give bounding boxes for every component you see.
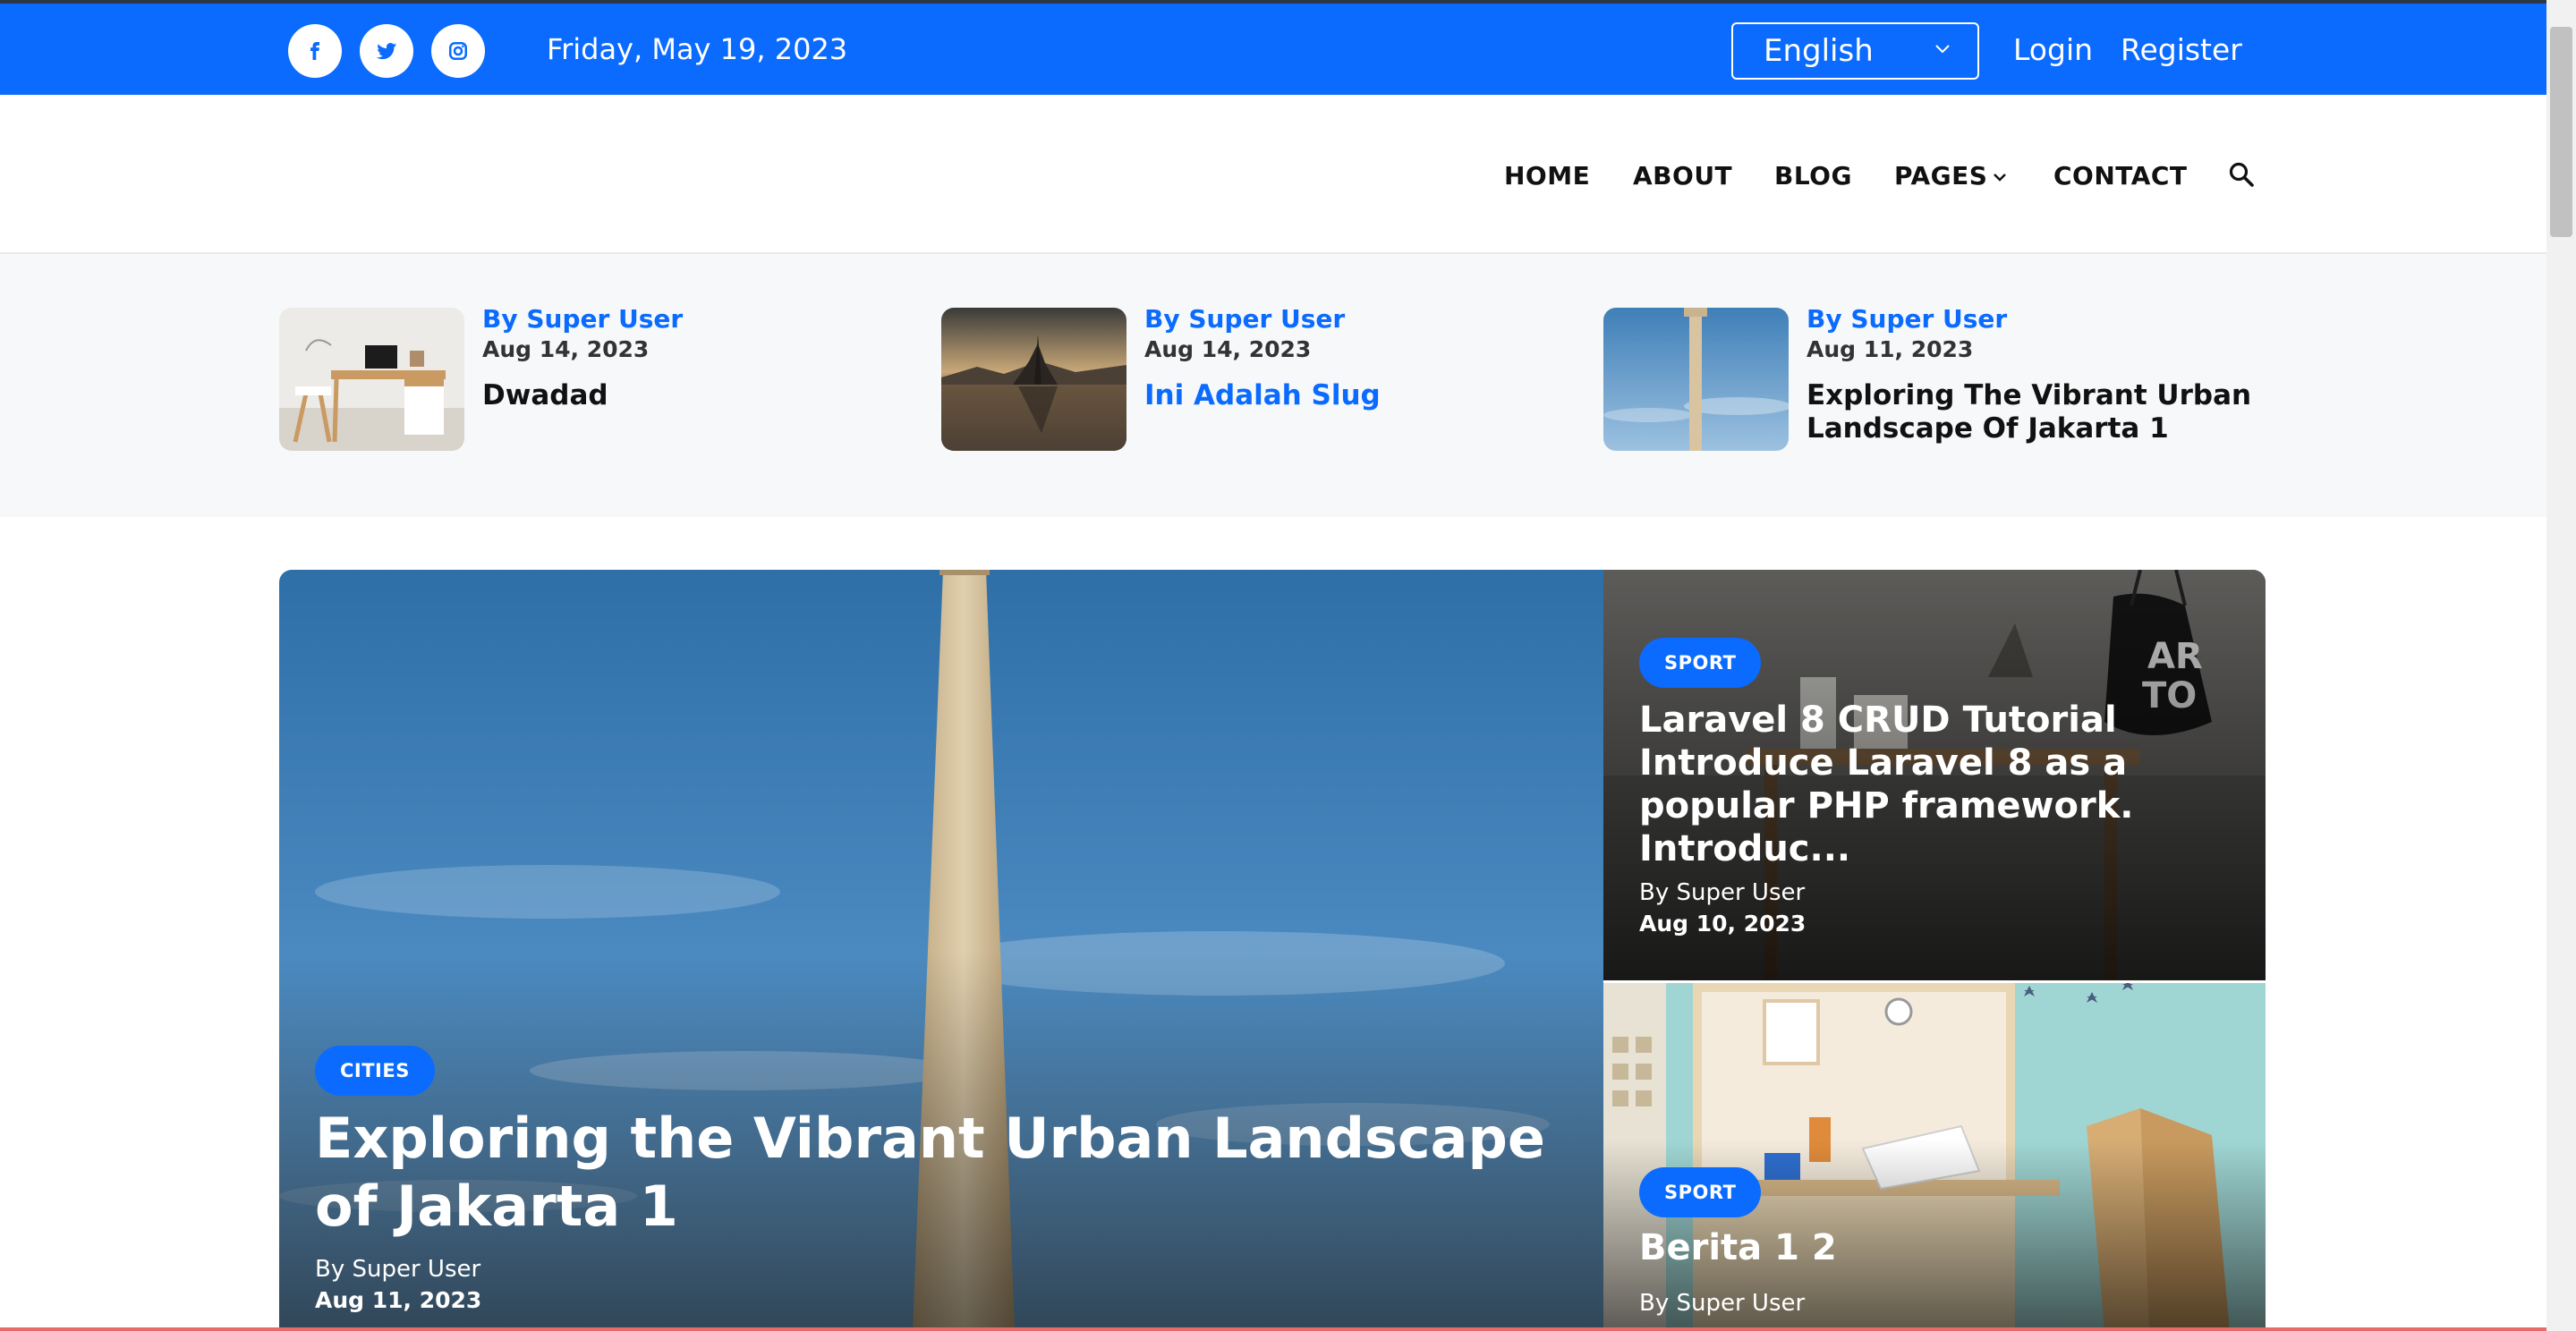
post-thumbnail[interactable] bbox=[279, 308, 464, 451]
latest-posts-strip: By Super User Aug 14, 2023 Dwadad By Sup… bbox=[0, 254, 2546, 517]
hero-date: Aug 11, 2023 bbox=[315, 1287, 482, 1313]
language-select[interactable]: English bbox=[1731, 22, 1979, 80]
nav-contact[interactable]: CONTACT bbox=[2053, 161, 2188, 191]
post-title[interactable]: Exploring The Vibrant Urban Landscape Of… bbox=[1807, 379, 2254, 445]
main-navbar: HOME ABOUT BLOG PAGES CONTACT bbox=[0, 95, 2546, 254]
scrollbar-thumb[interactable] bbox=[2550, 27, 2572, 237]
post-author[interactable]: By Super User bbox=[482, 304, 683, 334]
hero-main-post[interactable]: CITIES Exploring the Vibrant Urban Lands… bbox=[279, 570, 1603, 1331]
post-author[interactable]: By Super User bbox=[1144, 304, 1345, 334]
side-post-title[interactable]: Laravel 8 CRUD Tutorial Introduce Larave… bbox=[1639, 699, 2212, 870]
facebook-icon[interactable] bbox=[288, 24, 342, 78]
hero-title[interactable]: Exploring the Vibrant Urban Landscape of… bbox=[315, 1105, 1568, 1241]
nav-pages[interactable]: PAGES bbox=[1894, 161, 2007, 191]
post-thumbnail[interactable] bbox=[941, 308, 1126, 451]
post-image bbox=[1603, 983, 2266, 1331]
register-link[interactable]: Register bbox=[2121, 32, 2242, 67]
hero-author[interactable]: By Super User bbox=[315, 1256, 480, 1283]
search-icon[interactable] bbox=[2228, 161, 2255, 188]
nav-blog[interactable]: BLOG bbox=[1774, 161, 1852, 191]
category-badge[interactable]: SPORT bbox=[1639, 638, 1762, 688]
chevron-down-icon bbox=[1994, 174, 2007, 182]
post-date: Aug 14, 2023 bbox=[1144, 336, 1312, 362]
nav-pages-label: PAGES bbox=[1894, 161, 1988, 191]
page: Friday, May 19, 2023 English Login Regis… bbox=[0, 0, 2576, 1331]
side-post-title[interactable]: Berita 1 2 bbox=[1639, 1226, 2212, 1269]
side-post-date: Aug 10, 2023 bbox=[1639, 911, 1807, 937]
nav-about[interactable]: ABOUT bbox=[1633, 161, 1732, 191]
post-title[interactable]: Ini Adalah Slug bbox=[1144, 379, 1592, 412]
post-author[interactable]: By Super User bbox=[1807, 304, 2007, 334]
language-select-value: English bbox=[1764, 33, 1874, 69]
login-link[interactable]: Login bbox=[2013, 32, 2093, 67]
hero-side-post-1[interactable]: AR TO SPORT Laravel 8 CRUD Tutorial Intr… bbox=[1603, 570, 2266, 980]
nav-home[interactable]: HOME bbox=[1504, 161, 1590, 191]
side-post-author[interactable]: By Super User bbox=[1639, 879, 1805, 906]
top-bar: Friday, May 19, 2023 English Login Regis… bbox=[0, 0, 2546, 95]
hero-side-post-2[interactable]: SPORT Berita 1 2 By Super User bbox=[1603, 983, 2266, 1331]
post-title[interactable]: Dwadad bbox=[482, 379, 930, 412]
side-post-author[interactable]: By Super User bbox=[1639, 1290, 1805, 1317]
post-date: Aug 11, 2023 bbox=[1807, 336, 1974, 362]
bottom-divider bbox=[0, 1327, 2546, 1331]
current-date: Friday, May 19, 2023 bbox=[547, 32, 848, 66]
category-badge[interactable]: SPORT bbox=[1639, 1167, 1762, 1217]
twitter-icon[interactable] bbox=[360, 24, 413, 78]
category-badge[interactable]: CITIES bbox=[315, 1046, 435, 1096]
post-thumbnail[interactable] bbox=[1603, 308, 1789, 451]
chevron-down-icon bbox=[1935, 45, 1950, 54]
post-date: Aug 14, 2023 bbox=[482, 336, 650, 362]
instagram-icon[interactable] bbox=[431, 24, 485, 78]
